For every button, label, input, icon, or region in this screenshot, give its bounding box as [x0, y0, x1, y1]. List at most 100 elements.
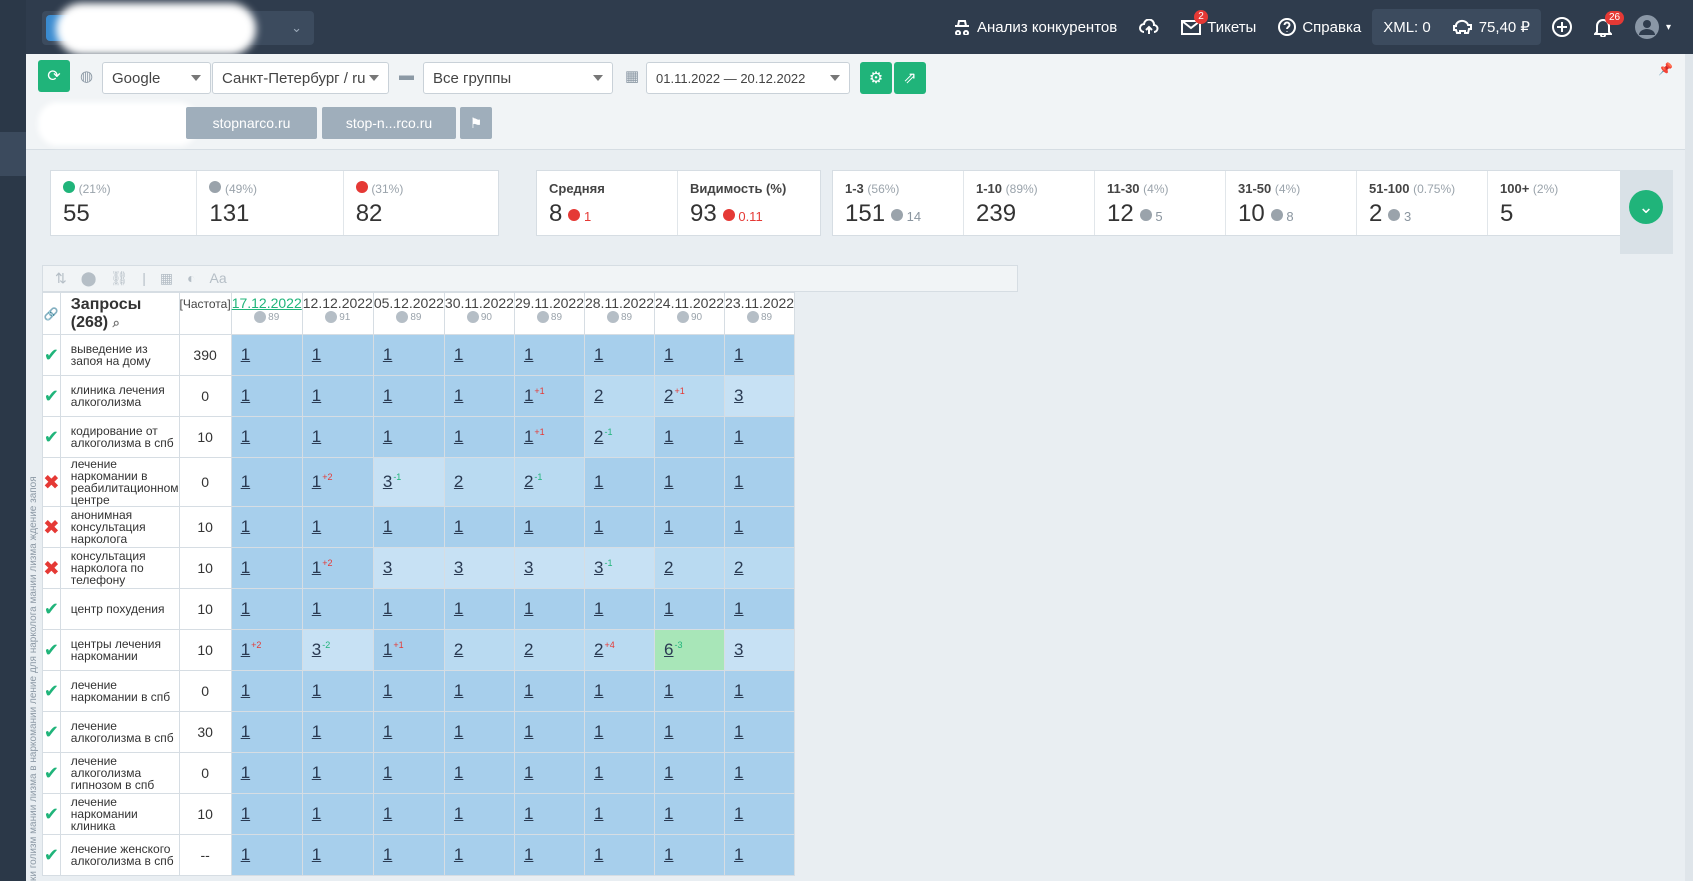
position-cell[interactable]: 3: [372, 547, 445, 589]
cross-icon[interactable]: ✖: [42, 547, 61, 589]
position-cell[interactable]: 1: [724, 416, 796, 458]
position-cell[interactable]: 1: [654, 416, 726, 458]
position-cell[interactable]: 1: [654, 506, 726, 548]
check-icon[interactable]: ✔: [42, 334, 61, 376]
stat-range-31-50[interactable]: 31-50 (4%) 10 8: [1226, 171, 1357, 235]
pin-icon[interactable]: 📌: [1658, 62, 1673, 76]
check-icon[interactable]: ✔: [42, 752, 61, 794]
date-column-header[interactable]: 28.11.2022 89: [583, 292, 656, 335]
search-engine-select[interactable]: Google: [102, 62, 211, 94]
position-cell[interactable]: 1: [583, 588, 656, 630]
position-cell[interactable]: 2: [443, 457, 515, 507]
position-cell[interactable]: 1: [301, 711, 374, 753]
position-cell[interactable]: 1: [443, 506, 515, 548]
position-cell[interactable]: 1: [724, 834, 796, 876]
position-cell[interactable]: 3-1: [372, 457, 445, 507]
date-column-header[interactable]: 17.12.2022 89: [230, 292, 303, 335]
position-cell[interactable]: 1: [513, 588, 585, 630]
position-cell[interactable]: 1: [443, 711, 515, 753]
position-cell[interactable]: 1: [513, 834, 585, 876]
position-cell[interactable]: 1: [230, 506, 303, 548]
position-cell[interactable]: 1: [583, 457, 656, 507]
position-cell[interactable]: 1: [230, 711, 303, 753]
position-cell[interactable]: 1: [372, 752, 445, 794]
position-cell[interactable]: 1+2: [301, 457, 374, 507]
position-cell[interactable]: 1: [513, 334, 585, 376]
query-cell[interactable]: лечение алкоголизма в спб: [59, 711, 180, 753]
position-cell[interactable]: 1: [654, 588, 726, 630]
position-cell[interactable]: 1: [724, 670, 796, 712]
query-cell[interactable]: лечение женского алкоголизма в спб: [59, 834, 180, 876]
expand-stats-button[interactable]: ⌄: [1629, 190, 1663, 224]
position-cell[interactable]: 1: [443, 375, 515, 417]
query-cell[interactable]: центр похудения: [59, 588, 180, 630]
position-cell[interactable]: 1: [443, 752, 515, 794]
date-column-header[interactable]: 05.12.2022 89: [372, 292, 445, 335]
position-cell[interactable]: 1: [301, 793, 374, 835]
calendar-icon[interactable]: ▦: [160, 270, 173, 287]
position-cell[interactable]: 2: [583, 375, 656, 417]
stat-down[interactable]: (31%) 82: [344, 171, 498, 235]
position-cell[interactable]: 3: [513, 547, 585, 589]
position-cell[interactable]: 1: [583, 711, 656, 753]
position-cell[interactable]: 1: [230, 416, 303, 458]
position-cell[interactable]: 1: [654, 334, 726, 376]
position-cell[interactable]: 1: [301, 375, 374, 417]
position-cell[interactable]: 1: [372, 375, 445, 417]
position-cell[interactable]: 1+2: [230, 629, 303, 671]
check-icon[interactable]: ✔: [42, 375, 61, 417]
date-range-select[interactable]: 01.11.2022 — 20.12.2022: [646, 62, 850, 94]
link-column-header[interactable]: 🔗: [42, 292, 61, 335]
position-cell[interactable]: 1: [583, 834, 656, 876]
stat-up[interactable]: (21%) 55: [51, 171, 198, 235]
query-cell[interactable]: центры лечения наркомании: [59, 629, 180, 671]
position-cell[interactable]: 1: [654, 670, 726, 712]
position-cell[interactable]: 1: [654, 711, 726, 753]
check-icon[interactable]: ✔: [42, 793, 61, 835]
position-cell[interactable]: 1: [230, 547, 303, 589]
check-icon[interactable]: ✔: [42, 834, 61, 876]
position-cell[interactable]: 2: [654, 547, 726, 589]
check-icon[interactable]: ✔: [42, 711, 61, 753]
query-cell[interactable]: лечение наркомании клиника: [59, 793, 180, 835]
query-cell[interactable]: анонимная консультация нарколога: [59, 506, 180, 548]
position-cell[interactable]: 2-1: [583, 416, 656, 458]
position-cell[interactable]: 1: [372, 711, 445, 753]
position-cell[interactable]: 1: [230, 670, 303, 712]
sort-icon[interactable]: ⇅: [55, 270, 67, 287]
query-cell[interactable]: клиника лечения алкоголизма: [59, 375, 180, 417]
position-cell[interactable]: 1: [230, 457, 303, 507]
position-cell[interactable]: 3: [724, 375, 796, 417]
date-column-header[interactable]: 24.11.2022 90: [654, 292, 726, 335]
position-cell[interactable]: 1: [301, 670, 374, 712]
position-cell[interactable]: 1: [443, 834, 515, 876]
position-cell[interactable]: 3-2: [301, 629, 374, 671]
position-cell[interactable]: 1: [301, 834, 374, 876]
check-icon[interactable]: ✔: [42, 629, 61, 671]
position-cell[interactable]: 1: [583, 334, 656, 376]
position-cell[interactable]: 1: [230, 793, 303, 835]
position-cell[interactable]: 1: [724, 506, 796, 548]
position-cell[interactable]: 1: [583, 793, 656, 835]
date-column-header[interactable]: 30.11.2022 90: [443, 292, 515, 335]
search-icon[interactable]: ⌕: [113, 315, 120, 330]
position-cell[interactable]: 1: [301, 334, 374, 376]
settings-button[interactable]: ⚙: [860, 62, 892, 94]
position-cell[interactable]: 1: [443, 793, 515, 835]
stat-range-1-3[interactable]: 1-3 (56%) 151 14: [833, 171, 964, 235]
site-tab-stopnarco[interactable]: stopnarco.ru: [186, 107, 317, 139]
position-cell[interactable]: 1: [372, 506, 445, 548]
position-cell[interactable]: 1+1: [372, 629, 445, 671]
position-cell[interactable]: 1: [230, 334, 303, 376]
toggle-icon[interactable]: ⬤: [81, 270, 97, 287]
position-cell[interactable]: 1: [724, 588, 796, 630]
queries-header[interactable]: Запросы (268) ⌕: [59, 292, 180, 335]
position-cell[interactable]: 1: [654, 457, 726, 507]
position-cell[interactable]: 1: [230, 375, 303, 417]
position-cell[interactable]: 1+2: [301, 547, 374, 589]
position-cell[interactable]: 1: [724, 457, 796, 507]
help-link[interactable]: Справка: [1267, 0, 1372, 54]
date-column-header[interactable]: 29.11.2022 89: [513, 292, 585, 335]
position-cell[interactable]: 2-1: [513, 457, 585, 507]
stat-range-11-30[interactable]: 11-30 (4%) 12 5: [1095, 171, 1226, 235]
